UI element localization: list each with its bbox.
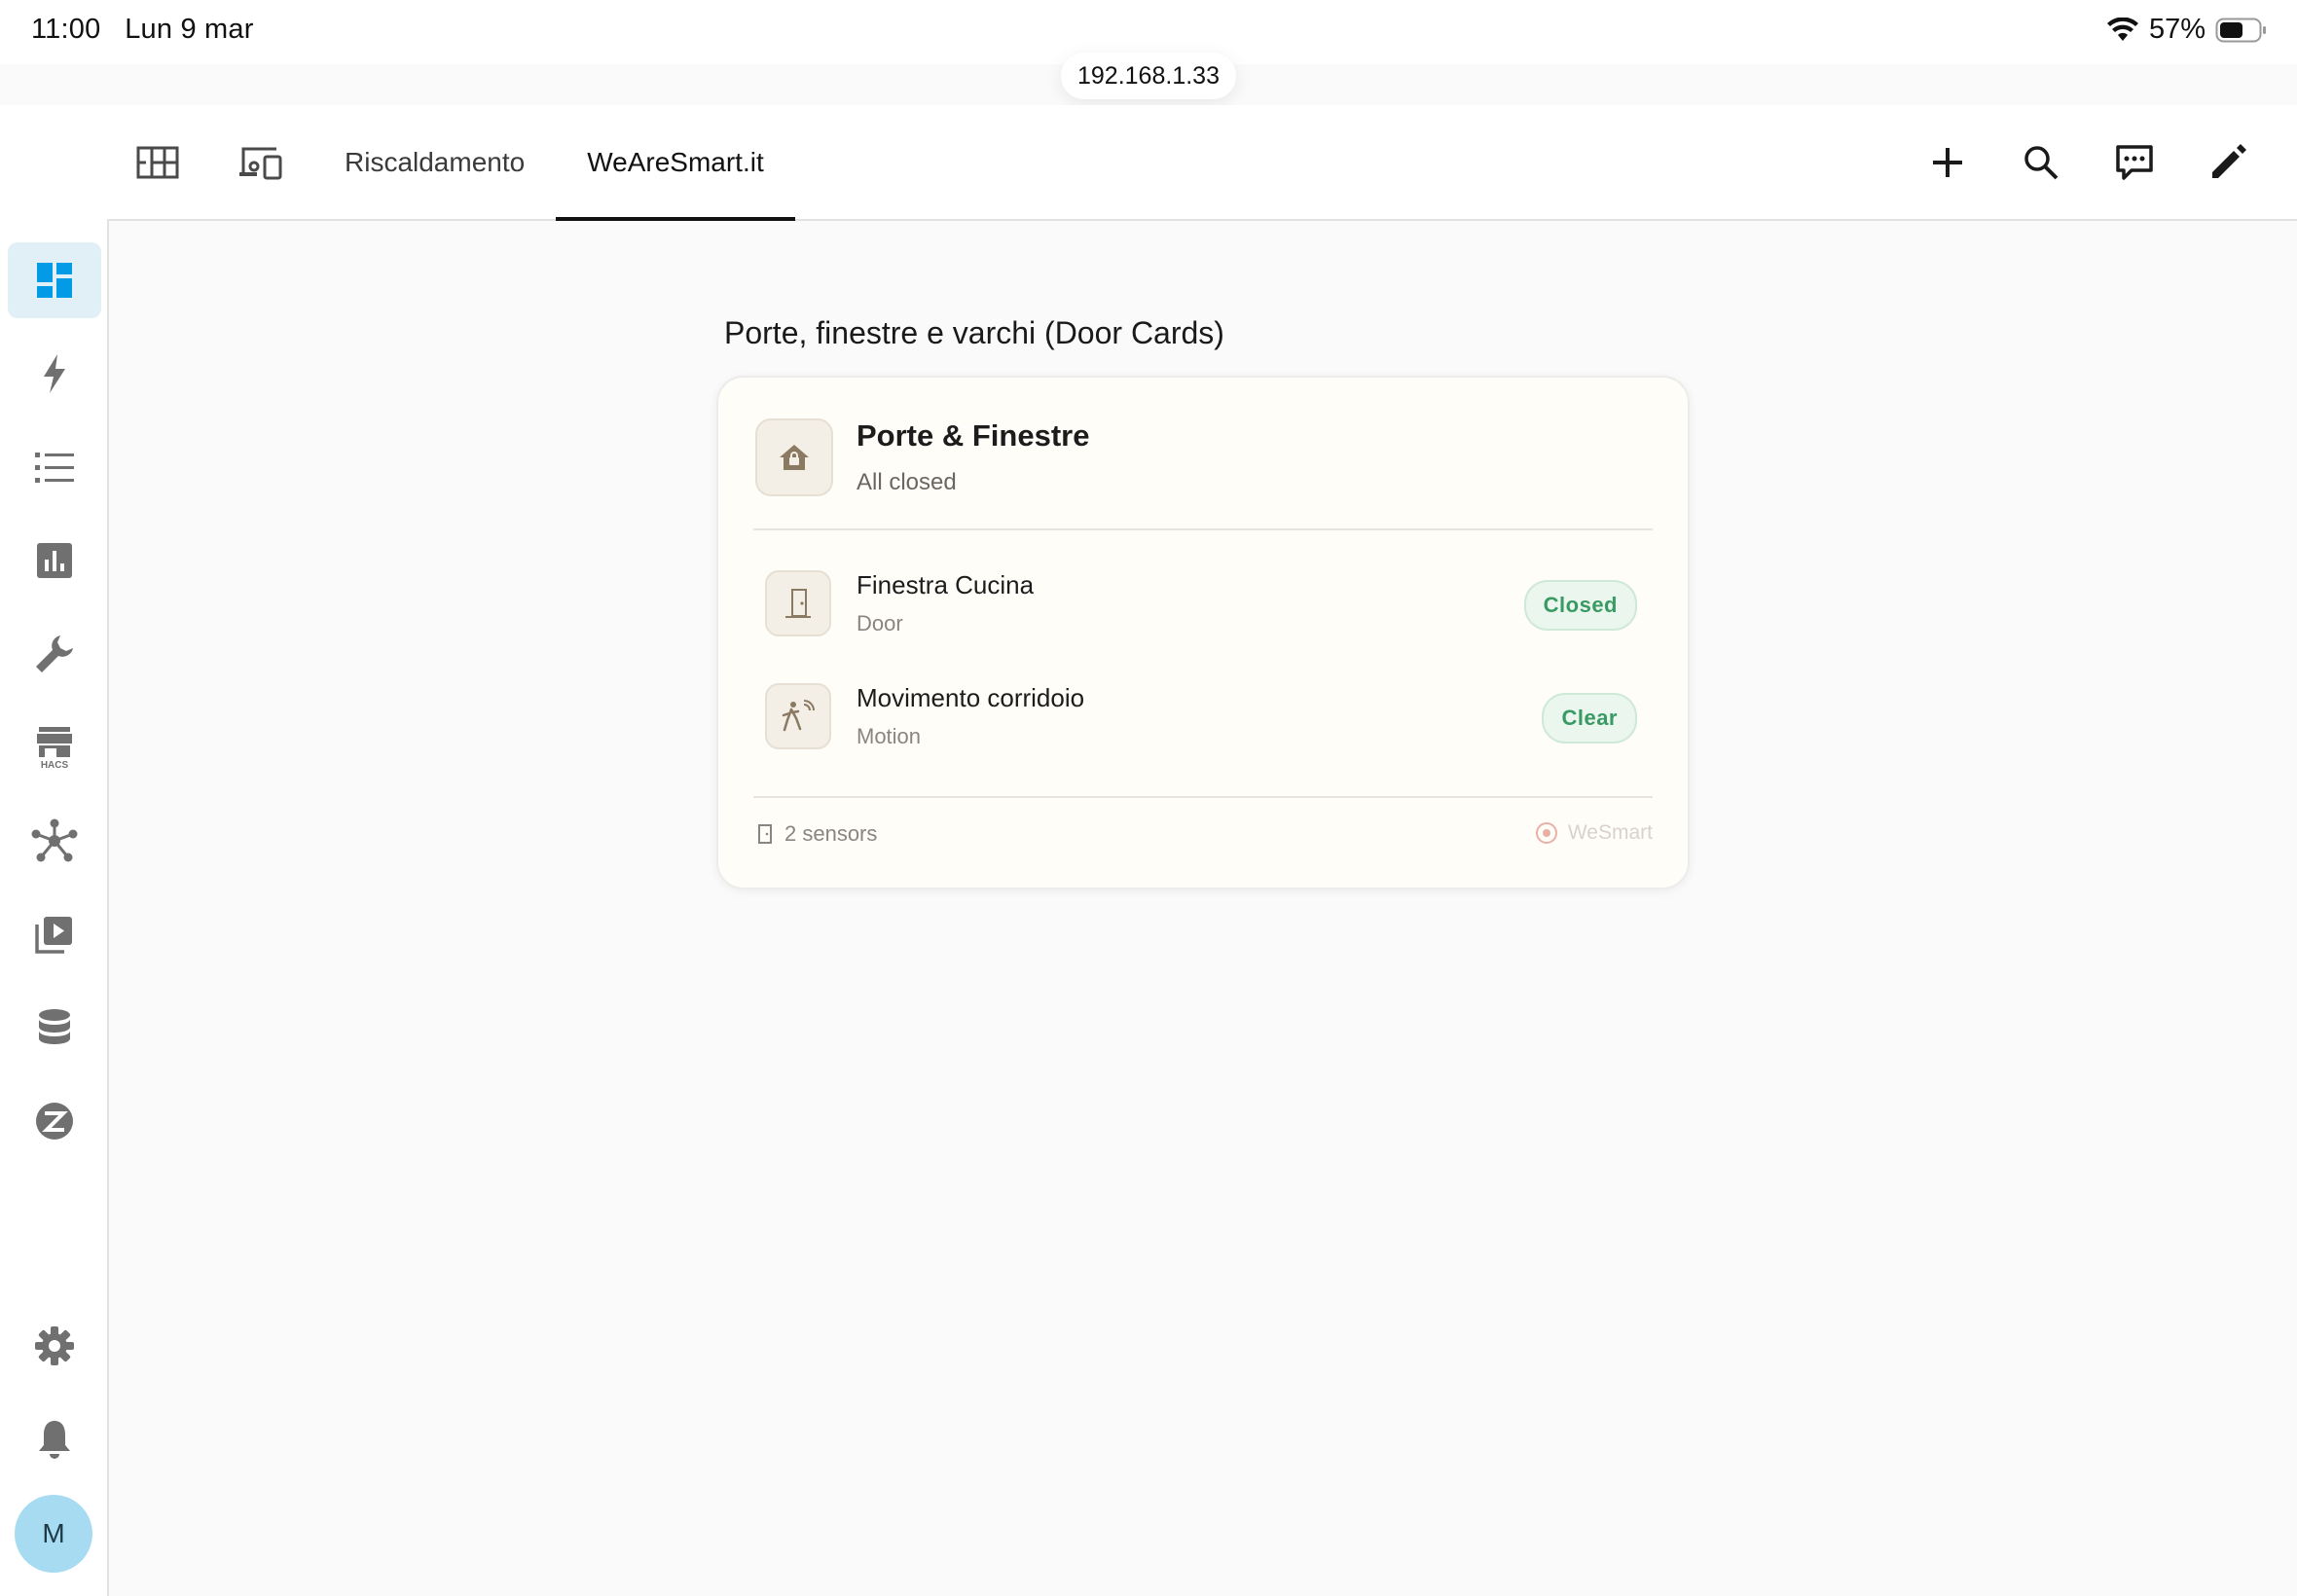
gear-icon — [35, 1326, 74, 1365]
brand-name: WeSmart — [1567, 821, 1653, 844]
card-divider — [753, 528, 1653, 530]
sidebar-item-settings[interactable] — [8, 1308, 101, 1384]
status-badge: Closed — [1523, 580, 1637, 631]
toolbar-actions — [1917, 105, 2258, 219]
database-icon — [39, 1009, 70, 1044]
hacs-store-icon: HACS — [37, 727, 72, 770]
add-button[interactable] — [1917, 132, 1978, 193]
sidebar-item-developer-tools[interactable] — [8, 616, 101, 692]
battery-percent: 57% — [2148, 14, 2206, 45]
list-icon — [35, 453, 74, 483]
top-app-bar: Riscaldamento WeAreSmart.it — [0, 105, 2297, 221]
sidebar-item-hacs[interactable]: HACS — [8, 709, 101, 785]
sidebar: HACS — [0, 219, 109, 1596]
url-address-pill[interactable]: 192.168.1.33 — [1061, 53, 1236, 99]
sidebar-item-history[interactable] — [8, 523, 101, 598]
door-icon — [765, 570, 831, 636]
sensor-type: Door — [857, 611, 903, 635]
sidebar-item-energy[interactable] — [8, 336, 101, 412]
user-avatar[interactable]: M — [15, 1495, 92, 1573]
add-icon — [1933, 147, 1962, 177]
card-summary-status: All closed — [857, 469, 957, 495]
status-badge: Clear — [1542, 693, 1637, 744]
edit-icon — [2212, 143, 2246, 178]
sidebar-item-overview[interactable] — [8, 242, 101, 318]
status-time-date: 11:00 Lun 9 mar — [31, 14, 254, 46]
sidebar-item-nodes[interactable] — [8, 803, 101, 879]
status-date: Lun 9 mar — [125, 14, 254, 45]
edit-dashboard-button[interactable] — [2198, 132, 2258, 193]
sidebar-item-logbook[interactable] — [8, 429, 101, 505]
dashboard-icon — [37, 263, 72, 298]
brand-logo-icon — [1535, 822, 1557, 844]
tab-riscaldamento[interactable]: Riscaldamento — [313, 105, 556, 219]
chart-icon — [37, 543, 72, 578]
network-icon — [31, 818, 78, 862]
assist-icon — [2116, 144, 2153, 180]
search-icon — [2024, 145, 2059, 179]
tab-wearesmart[interactable]: WeAreSmart.it — [556, 105, 795, 221]
section-title: Porte, finestre e varchi (Door Cards) — [724, 315, 1224, 350]
card-footer-count: 2 sensors — [757, 821, 877, 847]
sidebar-item-media[interactable] — [8, 896, 101, 972]
search-button[interactable] — [2011, 132, 2071, 193]
media-play-icon — [35, 917, 72, 954]
view-tabs: Riscaldamento WeAreSmart.it — [107, 105, 795, 221]
floorplan-icon — [136, 146, 179, 178]
sensor-small-icon — [758, 824, 772, 844]
status-time: 11:00 — [31, 14, 101, 45]
card-footer-brand: WeSmart — [1535, 821, 1653, 845]
lightning-icon — [44, 354, 65, 393]
sensor-type: Motion — [857, 724, 922, 748]
motion-icon — [765, 683, 831, 749]
door-card[interactable]: Porte & Finestre All closed Finestra Cuc… — [716, 376, 1690, 889]
status-indicators: 57% — [2106, 14, 2268, 46]
wrench-icon — [36, 635, 73, 672]
bell-icon — [39, 1421, 70, 1459]
tab-floorplan[interactable] — [107, 105, 208, 219]
zwave-icon — [36, 1103, 73, 1140]
battery-icon — [2215, 17, 2268, 44]
devices-icon — [239, 147, 282, 179]
svg-text:HACS: HACS — [41, 760, 69, 770]
sidebar-item-notifications[interactable] — [8, 1401, 101, 1477]
tab-devices[interactable] — [208, 105, 313, 219]
sensor-count: 2 sensors — [784, 821, 878, 846]
sidebar-item-database[interactable] — [8, 990, 101, 1066]
card-footer-divider — [753, 796, 1653, 798]
assist-button[interactable] — [2104, 132, 2165, 193]
sensor-name: Finestra Cucina — [857, 570, 1035, 599]
sidebar-item-zwave[interactable] — [8, 1083, 101, 1159]
wifi-icon — [2106, 17, 2139, 43]
sensor-name: Movimento corridoio — [857, 683, 1085, 712]
card-title: Porte & Finestre — [857, 418, 1090, 453]
home-lock-icon — [755, 418, 833, 496]
